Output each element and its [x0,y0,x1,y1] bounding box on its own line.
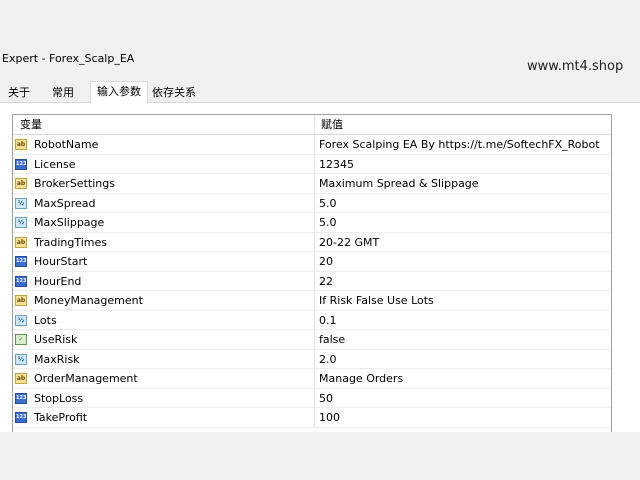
tab-dependencies[interactable]: 依存关系 [146,83,202,102]
integer-type-icon: 123 [15,392,27,404]
param-value[interactable]: 2.0 [319,350,609,369]
tab-bar: 关于 常用 输入参数 依存关系 [0,81,640,104]
param-value[interactable]: 0.1 [319,311,609,330]
inputs-panel: 变量 赋值 ab RobotName Forex Scalping EA By ht… [0,102,640,434]
param-name: UseRisk [34,333,78,346]
param-name: License [34,157,76,171]
param-row[interactable]: 123 HourEnd 22 [13,271,611,291]
param-value[interactable]: Manage Orders [319,369,609,388]
param-row[interactable]: ½ MaxRisk 2.0 [13,349,611,369]
integer-type-icon: 123 [15,412,27,423]
column-header-variable[interactable]: 变量 [13,115,315,134]
param-row[interactable]: 123 HourStart 20 [13,252,611,272]
param-name: TradingTimes [34,235,108,249]
integer-type-icon: 123 [15,275,27,287]
double-type-icon: ½ [15,217,27,228]
param-name: RobotName [34,138,99,151]
param-name: BrokerSettings [34,177,115,190]
param-name-cell[interactable]: 123 TakeProfit [13,408,315,427]
param-value[interactable]: Forex Scalping EA By https://t.me/Softec… [319,135,609,154]
param-row[interactable]: ½ MaxSpread 5.0 [13,193,611,213]
param-value[interactable]: Maximum Spread & Slippage [319,174,609,193]
grid-header: 变量 赋值 [13,115,611,135]
bool-type-icon: ✓ [15,334,27,345]
param-value[interactable]: 12345 [319,155,609,174]
string-type-icon: ab [15,295,27,306]
param-name-cell[interactable]: 123 License [13,154,315,173]
param-name-cell[interactable]: ab BrokerSettings [13,174,315,193]
param-row[interactable]: ½ Lots 0.1 [13,310,611,330]
param-name-cell[interactable]: ½ MaxSpread [13,193,315,212]
param-name-cell[interactable]: 123 StopLoss [13,388,315,407]
param-name-cell[interactable]: ab RobotName [13,135,315,154]
param-value[interactable]: 5.0 [319,194,609,213]
param-row[interactable]: ✓ UseRisk false [13,330,611,350]
param-name-cell[interactable]: 123 HourEnd [13,271,315,290]
string-type-icon: ab [15,139,27,150]
watermark: www.mt4.shop [527,59,624,74]
param-row[interactable]: ab MoneyManagement If Risk False Use Lots [13,291,611,311]
param-name: OrderManagement [34,372,138,385]
tab-about[interactable]: 关于 [2,83,36,102]
param-row[interactable]: ½ MaxSlippage 5.0 [13,213,611,233]
param-name: Lots [34,313,57,327]
column-header-value[interactable]: 赋值 [321,115,611,134]
param-value[interactable]: 100 [319,408,609,427]
param-row[interactable]: ab RobotName Forex Scalping EA By https://… [13,135,611,155]
param-row[interactable]: ab BrokerSettings Maximum Spread & Slippag… [13,174,611,194]
double-type-icon: ½ [15,314,27,326]
param-value[interactable]: 22 [319,272,609,291]
param-value[interactable]: 20 [319,252,609,271]
param-name-cell[interactable]: ½ MaxRisk [13,349,315,368]
param-name-cell[interactable]: ✓ UseRisk [13,330,315,349]
param-name-cell[interactable]: 123 HourStart [13,252,315,271]
param-name: MaxRisk [34,352,80,366]
tab-inputs[interactable]: 输入参数 [90,81,148,104]
param-name-cell[interactable]: ab TradingTimes [13,232,315,251]
double-type-icon: ½ [15,197,27,209]
tab-common[interactable]: 常用 [46,83,80,102]
param-name-cell[interactable]: ab MoneyManagement [13,291,315,310]
param-name-cell[interactable]: ½ MaxSlippage [13,213,315,232]
param-value[interactable]: false [319,330,609,349]
string-type-icon: ab [15,236,27,248]
param-name-cell[interactable]: ab OrderManagement [13,369,315,388]
param-value[interactable]: 5.0 [319,213,609,232]
param-name-cell[interactable]: ½ Lots [13,310,315,329]
param-row[interactable]: ab TradingTimes 20-22 GMT [13,232,611,252]
param-name: MaxSpread [34,196,96,210]
integer-type-icon: 123 [15,256,27,267]
inputs-grid: 变量 赋值 ab RobotName Forex Scalping EA By ht… [12,114,612,434]
string-type-icon: ab [15,178,27,189]
string-type-icon: ab [15,373,27,384]
param-row[interactable]: 123 TakeProfit 100 [13,408,611,428]
param-row[interactable]: 123 License 12345 [13,154,611,174]
param-name: MaxSlippage [34,216,105,229]
param-row[interactable]: 123 StopLoss 50 [13,388,611,408]
param-name: StopLoss [34,391,84,405]
param-value[interactable]: 50 [319,389,609,408]
param-name: MoneyManagement [34,294,143,307]
param-row[interactable]: ab OrderManagement Manage Orders [13,369,611,389]
param-value[interactable]: 20-22 GMT [319,233,609,252]
param-name: HourStart [34,255,88,268]
param-name: TakeProfit [34,411,88,424]
double-type-icon: ½ [15,353,27,365]
param-value[interactable]: If Risk False Use Lots [319,291,609,310]
param-name: HourEnd [34,274,82,288]
dialog-footer-area [0,432,640,480]
integer-type-icon: 123 [15,158,27,170]
